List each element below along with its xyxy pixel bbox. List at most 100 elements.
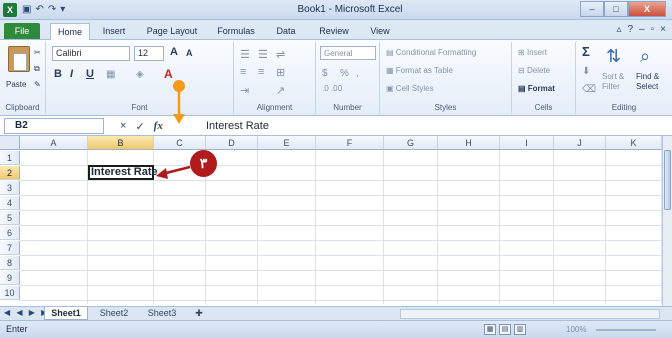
insert-sheet-icon[interactable]: ✚ — [186, 307, 212, 320]
column-header-g[interactable]: G — [384, 136, 438, 150]
row-header-8[interactable]: 8 — [0, 256, 20, 270]
underline-button[interactable]: U — [86, 68, 94, 80]
vertical-scroll-thumb[interactable] — [664, 150, 671, 210]
align-top-icon[interactable]: ☰ — [240, 48, 250, 61]
active-cell-b2[interactable]: Interest Rate — [88, 165, 158, 180]
column-header-d[interactable]: D — [206, 136, 258, 150]
italic-button[interactable]: I — [70, 68, 73, 80]
enter-entry-icon[interactable]: ✓ — [135, 120, 144, 133]
align-left-icon[interactable]: ≡ — [240, 66, 246, 78]
bold-button[interactable]: B — [54, 68, 62, 80]
grow-font-button[interactable]: A — [170, 46, 178, 58]
horizontal-scrollbar[interactable] — [400, 309, 660, 319]
row-header-4[interactable]: 4 — [0, 196, 20, 210]
maximize-button[interactable]: □ — [604, 1, 628, 17]
insert-function-icon[interactable]: fx — [154, 120, 163, 132]
number-format-select[interactable]: General — [320, 46, 376, 60]
autosum-button[interactable]: Σ — [582, 44, 590, 59]
delete-cells-button[interactable]: ⊟ Delete — [518, 66, 550, 75]
tab-data[interactable]: Data — [268, 23, 304, 39]
row-header-3[interactable]: 3 — [0, 181, 20, 195]
column-header-a[interactable]: A — [20, 136, 88, 150]
collapse-ribbon-icon[interactable]: ▵ — [616, 23, 621, 37]
help-icon[interactable]: ? — [627, 23, 633, 37]
tab-sheet3[interactable]: Sheet3 — [140, 307, 184, 320]
tab-sheet2[interactable]: Sheet2 — [92, 307, 136, 320]
doc-restore-icon[interactable]: ▫ — [651, 23, 655, 37]
column-header-e[interactable]: E — [258, 136, 316, 150]
customize-icon[interactable]: ▾ — [60, 3, 65, 17]
find-select-icon[interactable]: ⌕ — [640, 46, 650, 67]
row-header-1[interactable]: 1 — [0, 151, 20, 165]
tab-formulas[interactable]: Formulas — [210, 23, 262, 39]
cut-icon[interactable]: ✂ — [34, 48, 41, 57]
formula-input[interactable]: Interest Rate — [200, 118, 662, 134]
orientation-icon[interactable]: ↗ — [276, 84, 285, 97]
normal-view-icon[interactable]: ▦ — [484, 324, 496, 335]
cell-styles-button[interactable]: ▣ Cell Styles — [386, 84, 434, 93]
fill-color-icon[interactable]: ◈ — [136, 69, 144, 80]
cancel-entry-icon[interactable]: × — [120, 120, 126, 132]
copy-icon[interactable]: ⧉ — [34, 64, 40, 74]
row-header-2[interactable]: 2 — [0, 166, 20, 180]
column-header-f[interactable]: F — [316, 136, 384, 150]
column-header-h[interactable]: H — [438, 136, 500, 150]
align-center-icon[interactable]: ≡ — [258, 66, 264, 78]
minimize-button[interactable]: – — [580, 1, 604, 17]
column-header-k[interactable]: K — [606, 136, 662, 150]
fill-icon[interactable]: ⬇ — [582, 66, 590, 77]
sheet-nav-buttons[interactable]: ◀ ◀ ▶ ▶ — [4, 308, 49, 317]
shrink-font-button[interactable]: A — [186, 48, 193, 58]
column-header-b[interactable]: B — [88, 136, 154, 150]
comma-button[interactable]: , — [356, 68, 359, 79]
tab-insert[interactable]: Insert — [94, 23, 134, 39]
row-header-9[interactable]: 9 — [0, 271, 20, 285]
format-painter-icon[interactable]: ✎ — [34, 80, 41, 89]
column-header-i[interactable]: I — [500, 136, 554, 150]
currency-button[interactable]: $ — [322, 68, 328, 79]
indent-icon[interactable]: ⇥ — [240, 84, 249, 97]
merge-center-icon[interactable]: ⊞ — [276, 66, 285, 79]
insert-cells-button[interactable]: ⊞ Insert — [518, 48, 547, 57]
redo-icon[interactable]: ↷ — [48, 3, 56, 17]
page-layout-view-icon[interactable]: ▤ — [499, 324, 511, 335]
decimal-buttons[interactable]: .0 .00 — [322, 84, 342, 93]
tab-page-layout[interactable]: Page Layout — [140, 23, 204, 39]
percent-button[interactable]: % — [340, 68, 349, 79]
align-middle-icon[interactable]: ☰ — [258, 48, 268, 61]
paste-button[interactable]: Paste — [6, 80, 26, 89]
wrap-text-icon[interactable]: ⇌ — [276, 48, 285, 61]
row-header-7[interactable]: 7 — [0, 241, 20, 255]
name-box[interactable]: B2 — [4, 118, 104, 134]
page-break-view-icon[interactable]: ▥ — [514, 324, 526, 335]
tab-file[interactable]: File — [4, 23, 40, 39]
borders-icon[interactable]: ▦ — [106, 69, 115, 80]
column-header-c[interactable]: C — [154, 136, 206, 150]
undo-icon[interactable]: ↶ — [35, 3, 43, 17]
clear-icon[interactable]: ⌫ — [582, 84, 596, 95]
font-name-select[interactable]: Calibri — [52, 46, 130, 61]
font-size-select[interactable]: 12 — [134, 46, 164, 61]
save-icon[interactable]: ▣ — [22, 3, 31, 17]
excel-app-icon[interactable]: X — [3, 3, 17, 17]
tab-home[interactable]: Home — [50, 23, 90, 41]
close-button[interactable]: X — [628, 1, 666, 17]
paste-icon[interactable] — [8, 46, 30, 72]
tab-review[interactable]: Review — [312, 23, 356, 39]
vertical-scrollbar[interactable] — [662, 136, 672, 306]
tab-view[interactable]: View — [362, 23, 398, 39]
row-header-10[interactable]: 10 — [0, 286, 20, 300]
doc-minimize-icon[interactable]: – — [639, 23, 645, 37]
format-as-table-button[interactable]: ▦ Format as Table — [386, 66, 453, 75]
doc-close-icon[interactable]: × — [660, 23, 666, 37]
tab-sheet1[interactable]: Sheet1 — [44, 307, 88, 320]
sort-filter-button[interactable]: Sort & Filter — [602, 72, 632, 92]
column-header-j[interactable]: J — [554, 136, 606, 150]
zoom-level[interactable]: 100% — [566, 325, 586, 334]
find-select-button[interactable]: Find & Select — [636, 72, 668, 92]
conditional-formatting-button[interactable]: ▤ Conditional Formatting — [386, 48, 476, 57]
row-header-5[interactable]: 5 — [0, 211, 20, 225]
font-color-icon[interactable]: A — [164, 67, 173, 81]
row-header-6[interactable]: 6 — [0, 226, 20, 240]
zoom-slider[interactable] — [596, 329, 656, 331]
